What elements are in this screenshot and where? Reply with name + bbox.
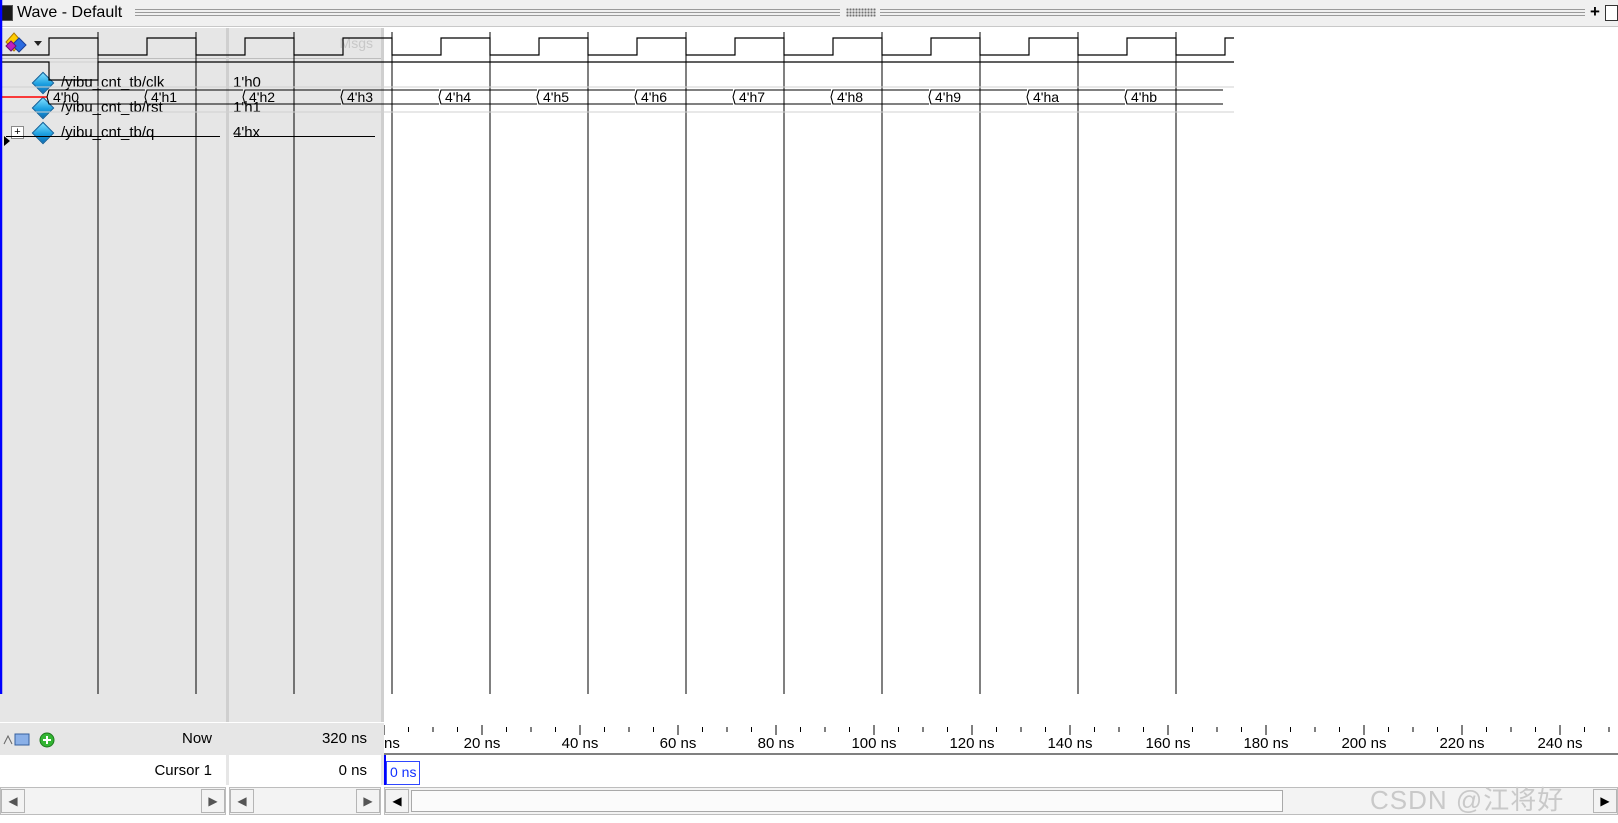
ruler-label: 40 ns (562, 735, 599, 752)
ruler-label: 180 ns (1243, 735, 1288, 752)
now-value: 320 ns (321, 730, 367, 747)
cursor-value: 0 ns (338, 762, 367, 779)
scroll-left-icon[interactable]: ◀ (230, 789, 254, 813)
ruler-label: 240 ns (1537, 735, 1582, 752)
q-bus-value: 4'h1 (151, 89, 177, 105)
ruler-label: 60 ns (660, 735, 697, 752)
q-bus-value: 4'hb (1131, 89, 1157, 105)
q-bus-value: 4'ha (1033, 89, 1059, 105)
q-bus-value: 4'h6 (641, 89, 667, 105)
wave-tools-icon[interactable] (2, 730, 62, 750)
scroll-left-icon[interactable]: ◀ (385, 789, 409, 813)
scroll-right-icon[interactable]: ▶ (201, 789, 225, 813)
ruler-label: 200 ns (1341, 735, 1386, 752)
footer: Now 320 ns Cursor 1 0 ns ns 20 ns 40 ns 60 … (0, 723, 1618, 785)
q-bus-value: 4'h3 (347, 89, 373, 105)
q-bus-value: 4'h2 (249, 89, 275, 105)
cursor-label[interactable]: Cursor 1 (112, 762, 212, 779)
values-scrollbar[interactable]: ◀ ▶ (229, 787, 381, 815)
ruler-label: 160 ns (1145, 735, 1190, 752)
q-bus-value: 4'h5 (543, 89, 569, 105)
names-scrollbar[interactable]: ◀ ▶ (0, 787, 226, 815)
ruler-label: 100 ns (851, 735, 896, 752)
rst-waveform (0, 61, 1234, 81)
ruler-label: ns (384, 735, 400, 752)
cursor-marker[interactable]: 0 ns (386, 761, 421, 785)
scroll-right-icon[interactable]: ▶ (1593, 789, 1617, 813)
q-bus-value: 4'h4 (445, 89, 471, 105)
scroll-right-icon[interactable]: ▶ (356, 789, 380, 813)
ruler-label: 220 ns (1439, 735, 1484, 752)
now-label: Now (181, 730, 212, 747)
q-bus-value: 4'h7 (739, 89, 765, 105)
ruler-label: 20 ns (464, 735, 501, 752)
maximize-icon[interactable]: + (1590, 3, 1600, 21)
ruler-label: 140 ns (1047, 735, 1092, 752)
time-ruler[interactable]: ns 20 ns 40 ns 60 ns 80 ns 100 ns 120 ns 140 ns… (383, 723, 1618, 755)
q-bus-value: 4'h8 (837, 89, 863, 105)
watermark: CSDN @江将好 (1370, 785, 1565, 815)
ruler-label: 120 ns (949, 735, 994, 752)
q-bus-value: 4'h0 (53, 89, 79, 105)
ruler-label: 80 ns (758, 735, 795, 752)
waveform-pane[interactable]: 4'h0 4'h1 4'h2 4'h3 4'h4 4'h5 4'h6 4'h7 4'h8 4'h9… (0, 0, 1234, 694)
undock-icon[interactable] (1605, 5, 1618, 21)
waveform-canvas[interactable]: 4'h0 4'h1 4'h2 4'h3 4'h4 4'h5 4'h6 4'h7 4'h8 4'h9… (0, 0, 1234, 694)
q-bus-value: 4'h9 (935, 89, 961, 105)
scroll-left-icon[interactable]: ◀ (1, 789, 25, 813)
clk-waveform (0, 37, 1234, 56)
wave-scroll-thumb[interactable] (411, 790, 1283, 812)
